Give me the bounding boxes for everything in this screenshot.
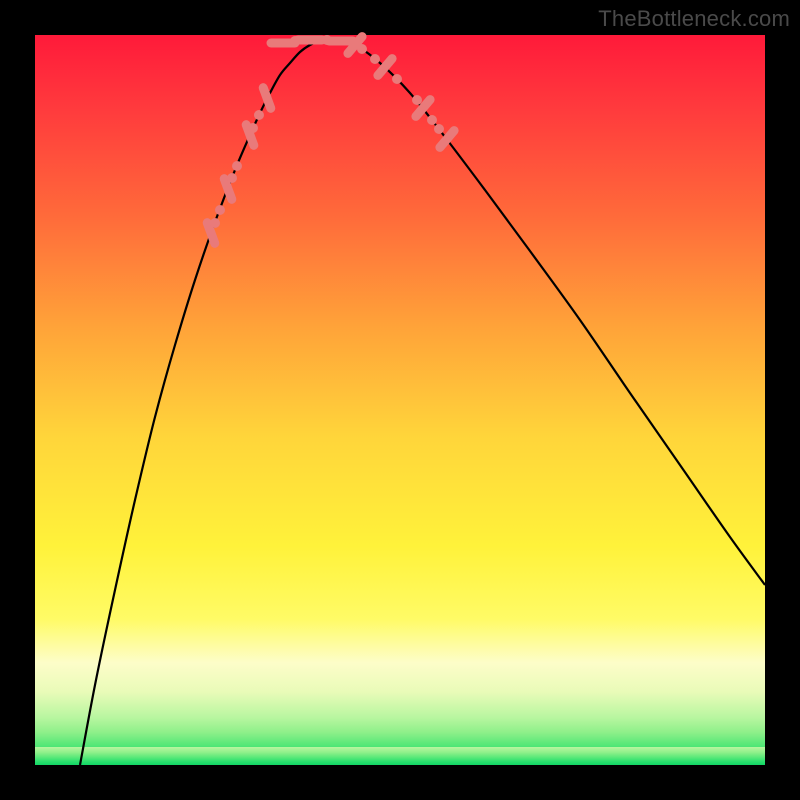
marker-point bbox=[232, 161, 242, 171]
watermark-label: TheBottleneck.com bbox=[598, 6, 790, 32]
marker-group bbox=[207, 35, 454, 243]
marker-point bbox=[427, 115, 437, 125]
marker-point bbox=[248, 123, 258, 133]
marker-point bbox=[434, 124, 444, 134]
marker-point bbox=[357, 44, 367, 54]
marker-point bbox=[412, 95, 422, 105]
plot-area bbox=[35, 35, 765, 765]
marker-point bbox=[254, 110, 264, 120]
marker-point bbox=[370, 54, 380, 64]
bottleneck-curve bbox=[80, 40, 765, 765]
marker-point bbox=[227, 173, 237, 183]
marker-point bbox=[392, 74, 402, 84]
marker-point bbox=[210, 218, 220, 228]
marker-point bbox=[215, 205, 225, 215]
chart-frame: TheBottleneck.com bbox=[0, 0, 800, 800]
bottleneck-curve-svg bbox=[35, 35, 765, 765]
